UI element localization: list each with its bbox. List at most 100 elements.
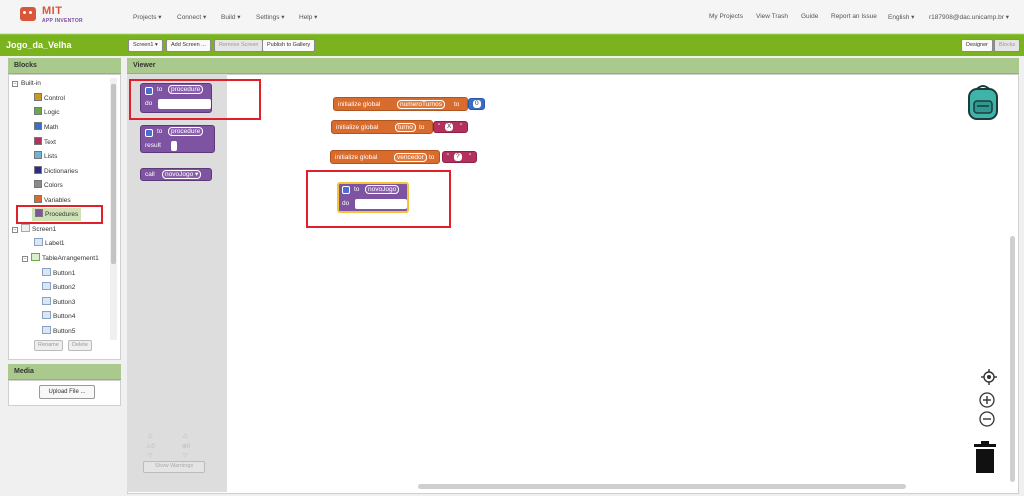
math-color-icon: [34, 122, 42, 130]
top-bar: MIT APP INVENTOR Projects ▾ Connect ▾ Bu…: [0, 0, 1024, 34]
text-color-icon: [34, 137, 42, 145]
delete-button[interactable]: Delete: [68, 340, 92, 351]
viewer-header: Viewer: [127, 58, 1019, 74]
lists-color-icon: [34, 151, 42, 159]
flyout-to-procedure-result-block[interactable]: to procedure result: [140, 125, 215, 153]
menu-settings[interactable]: Settings ▾: [256, 13, 285, 21]
mutator-gear-icon[interactable]: [145, 129, 153, 137]
collapse-icon[interactable]: −: [12, 81, 18, 87]
publish-gallery-button[interactable]: Publish to Gallery: [262, 39, 316, 52]
menu-build[interactable]: Build ▾: [221, 13, 241, 21]
blocks-button[interactable]: Blocks: [994, 39, 1021, 52]
tree-item-button3[interactable]: Button3: [42, 297, 75, 309]
table-arrangement-icon: [31, 253, 40, 261]
project-title: Jogo_da_Velha: [6, 40, 72, 50]
global-vencedor-block[interactable]: initialize global vencedor to: [330, 150, 440, 164]
button-component-icon: [42, 268, 51, 276]
blocks-tree-scrollbar[interactable]: [110, 78, 117, 340]
zoom-out-icon[interactable]: [979, 411, 995, 427]
global-numeroturnos-block[interactable]: initialize global numeroTurnos to: [333, 97, 468, 111]
link-my-projects[interactable]: My Projects: [709, 13, 743, 20]
global-name-field[interactable]: vencedor: [394, 153, 427, 162]
colors-color-icon: [34, 180, 42, 188]
error-up-icon[interactable]: △: [183, 432, 188, 439]
tree-item-button5[interactable]: Button5: [42, 326, 75, 338]
remove-screen-button[interactable]: Remove Screen: [214, 39, 264, 52]
tree-item-text[interactable]: Text: [34, 137, 56, 149]
result-socket: [171, 141, 177, 151]
warning-icon: ⚠0: [146, 444, 155, 450]
logo-app-inventor: APP INVENTOR: [42, 18, 83, 24]
menu-help[interactable]: Help ▾: [299, 13, 317, 21]
link-report-issue[interactable]: Report an Issue: [831, 13, 877, 20]
add-screen-button[interactable]: Add Screen ...: [166, 39, 211, 52]
procedure-name-field[interactable]: procedure: [168, 127, 204, 136]
flyout-highlight: [129, 79, 261, 120]
media-panel-header: Media: [8, 364, 121, 380]
media-panel: Upload File ...: [8, 380, 121, 406]
recenter-icon[interactable]: [981, 369, 997, 385]
warning-down-icon[interactable]: ▽: [148, 452, 153, 459]
call-procedure-dropdown[interactable]: novoJogo ▾: [162, 170, 202, 179]
error-down-icon[interactable]: ▽: [183, 452, 188, 459]
blocks-panel-header: Blocks: [8, 58, 121, 74]
number-field[interactable]: 0: [473, 100, 481, 108]
menu-connect[interactable]: Connect ▾: [177, 13, 206, 21]
tree-item-button1[interactable]: Button1: [42, 268, 75, 280]
number-block[interactable]: 0: [468, 98, 485, 110]
link-view-trash[interactable]: View Trash: [756, 13, 788, 20]
button-component-icon: [42, 297, 51, 305]
workspace-horizontal-scrollbar[interactable]: [418, 484, 906, 489]
scrollbar-thumb[interactable]: [111, 84, 116, 264]
global-name-field[interactable]: turno: [395, 123, 416, 132]
text-value-field[interactable]: ?: [454, 153, 462, 161]
rename-button[interactable]: Rename: [34, 340, 63, 351]
global-turno-block[interactable]: initialize global turno to: [331, 120, 433, 134]
show-warnings-button[interactable]: Show Warnings: [143, 461, 205, 473]
account-menu[interactable]: r187908@dac.unicamp.br ▾: [929, 13, 1009, 21]
tree-item-control[interactable]: Control: [34, 93, 65, 105]
collapse-icon[interactable]: −: [22, 256, 28, 262]
designer-button[interactable]: Designer: [961, 39, 994, 52]
screen-icon: [21, 224, 30, 232]
link-guide[interactable]: Guide: [801, 13, 818, 20]
tree-item-label1[interactable]: Label1: [34, 238, 65, 250]
tree-item-math[interactable]: Math: [34, 122, 58, 134]
tree-item-tablearrangement1[interactable]: − TableArrangement1: [22, 253, 99, 265]
tree-builtin[interactable]: − Built-in: [12, 78, 41, 90]
tree-item-dictionaries[interactable]: Dictionaries: [34, 166, 78, 178]
tree-item-button2[interactable]: Button2: [42, 282, 75, 294]
procedure-highlight: [306, 170, 451, 228]
error-icon: ⊗0: [182, 444, 191, 450]
text-value-field[interactable]: X: [445, 123, 454, 131]
flyout-call-block[interactable]: call novoJogo ▾: [140, 168, 212, 181]
text-string-block[interactable]: " X ": [433, 121, 468, 133]
collapse-icon[interactable]: −: [12, 227, 18, 233]
variables-color-icon: [34, 195, 42, 203]
app-inventor-logo[interactable]: MIT APP INVENTOR: [20, 5, 120, 29]
zoom-in-icon[interactable]: [979, 392, 995, 408]
control-color-icon: [34, 93, 42, 101]
language-menu[interactable]: English ▾: [888, 13, 914, 21]
warning-up-icon[interactable]: △: [148, 432, 153, 439]
logic-color-icon: [34, 107, 42, 115]
logo-mit: MIT: [42, 5, 63, 17]
backpack-icon[interactable]: [965, 83, 1001, 121]
trash-icon[interactable]: [974, 441, 996, 473]
upload-file-button[interactable]: Upload File ...: [39, 385, 95, 399]
button-component-icon: [42, 282, 51, 290]
tree-item-logic[interactable]: Logic: [34, 107, 60, 119]
menu-projects[interactable]: Projects ▾: [133, 13, 162, 21]
screen-select[interactable]: Screen1 ▾: [128, 39, 163, 52]
workspace-vertical-scrollbar[interactable]: [1010, 236, 1015, 482]
tree-item-button4[interactable]: Button4: [42, 311, 75, 323]
blocks-workspace[interactable]: [127, 74, 1019, 494]
project-toolbar: Jogo_da_Velha Screen1 ▾ Add Screen ... R…: [0, 34, 1024, 56]
global-name-field[interactable]: numeroTurnos: [397, 100, 446, 109]
button-component-icon: [42, 326, 51, 334]
text-string-block[interactable]: " ? ": [442, 151, 477, 163]
tree-screen1[interactable]: − Screen1: [12, 224, 56, 236]
tree-item-lists[interactable]: Lists: [34, 151, 57, 163]
button-component-icon: [42, 311, 51, 319]
tree-item-colors[interactable]: Colors: [34, 180, 63, 192]
